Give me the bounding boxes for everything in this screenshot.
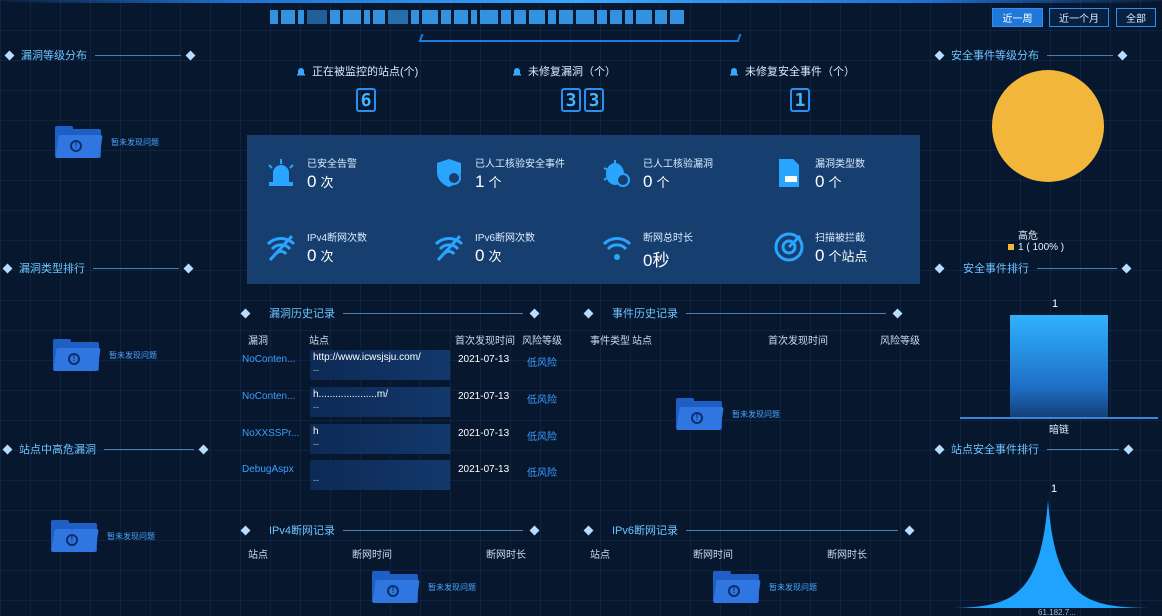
section-title-event-rank: 安全事件排行 (934, 260, 1132, 276)
chart-pie-legend: 高危 1 ( 100% ) (1008, 227, 1064, 253)
vuln-table-header-date: 首次发现时间 (455, 336, 515, 347)
section-title-ipv6-outage: IPv6断网记录 (583, 522, 915, 538)
stats-panel: 已安全告警 0 次 已人工核验安全事件 1 个 已人工核验漏洞 0 个 漏洞类型数 0 个 IP… (247, 135, 920, 284)
ipv6-table-header-time: 断网时间 (693, 550, 733, 561)
vuln-table-row-vuln-link[interactable]: NoConten... (242, 354, 306, 365)
counter-monitored-sites: 6 (356, 88, 376, 112)
section-title-vuln-type-rank: 漏洞类型排行 (2, 260, 194, 276)
empty-state-ipv6-outage: ! 暂未发现问题 (713, 571, 817, 603)
empty-state-site-high-risk: ! 暂未发现问题 (51, 520, 155, 552)
empty-folder-icon: ! (713, 571, 761, 603)
chart-bar-axis (960, 417, 1158, 419)
vuln-table-row-site: http://www.icwsjsju.com/-- (310, 350, 450, 380)
chart-area (940, 500, 1158, 608)
counter-digit: 6 (356, 88, 376, 112)
chart-pie-slice (992, 70, 1104, 182)
ipv6-table-header-duration: 断网时长 (827, 550, 867, 561)
alarm-light-icon (263, 155, 299, 191)
ipv4-table-header-site: 站点 (248, 550, 268, 561)
section-title-event-history: 事件历史记录 (583, 305, 903, 321)
empty-folder-icon: ! (53, 339, 101, 371)
counter-unfixed-vulns: 3 3 (561, 88, 604, 112)
counter-digit: 3 (561, 88, 581, 112)
radar-icon (771, 229, 807, 265)
document-icon (771, 155, 807, 191)
header-top-line (0, 0, 1162, 3)
event-table-header-risk: 风险等级 (880, 336, 920, 347)
vuln-table-row-vuln-link[interactable]: NoConten... (242, 391, 306, 402)
empty-folder-icon: ! (372, 571, 420, 603)
wifi-off-ipv6-icon (431, 229, 467, 265)
counter-unfixed-events: 1 (790, 88, 810, 112)
wifi-off-ipv4-icon (263, 229, 299, 265)
vuln-table-row-risk: 低风险 (527, 468, 557, 479)
stat-scan-blocked: 扫描被拦截 0 个站点 (771, 229, 867, 266)
empty-state-vuln-type-rank: ! 暂未发现问题 (53, 339, 157, 371)
event-table-header-site: 站点 (632, 336, 652, 347)
section-title-vuln-history: 漏洞历史记录 (240, 305, 540, 321)
bug-icon (599, 155, 635, 191)
vuln-table-header-risk: 风险等级 (522, 336, 562, 347)
vuln-table-row-date: 2021-07-13 (458, 428, 510, 439)
vuln-table-row-risk: 低风险 (527, 432, 557, 443)
empty-folder-icon: ! (55, 126, 103, 158)
counter-digit: 3 (584, 88, 604, 112)
range-button-week[interactable]: 近一周 (992, 8, 1043, 27)
wifi-x-icon (599, 229, 635, 265)
range-button-all[interactable]: 全部 (1116, 8, 1156, 27)
chart-bar-value-label: 1 (1052, 298, 1059, 310)
counter-label-unfixed-events: 未修复安全事件（个） (729, 63, 855, 79)
vuln-table-row-date: 2021-07-13 (458, 354, 510, 365)
stat-vuln-types: 漏洞类型数 0 个 (771, 155, 865, 192)
event-table-header-type: 事件类型 (590, 336, 630, 347)
counter-label-unfixed-vulns: 未修复漏洞（个） (512, 63, 616, 79)
shield-check-icon (431, 155, 467, 191)
vuln-table-row-date: 2021-07-13 (458, 464, 510, 475)
chart-area-category-label: 61.182.7... (1038, 608, 1076, 616)
chart-pie-data-label: 1 ( 100% ) (1018, 242, 1065, 253)
empty-state-ipv4-outage: ! 暂未发现问题 (372, 571, 476, 603)
alarm-icon (513, 68, 521, 76)
event-table-header-date: 首次发现时间 (768, 336, 828, 347)
section-title-site-high-risk: 站点中高危漏洞 (2, 441, 209, 457)
legend-swatch (1008, 244, 1014, 251)
stat-ipv4-outages: IPv4断网次数 0 次 (263, 229, 367, 266)
vuln-table-row-site: h.....................m/-- (310, 387, 450, 417)
alarm-icon (297, 68, 305, 76)
ipv6-table-header-site: 站点 (590, 550, 610, 561)
counter-digit: 1 (790, 88, 810, 112)
alarm-icon (730, 68, 738, 76)
chart-bar-category-label: 暗链 (1049, 425, 1069, 436)
chart-pie-legend-label: 高危 (1018, 231, 1038, 242)
counter-label-monitored-sites: 正在被监控的站点(个) (296, 63, 418, 79)
stat-outage-duration: 断网总时长 0秒 (599, 229, 693, 271)
vuln-table-row-site: -- (310, 460, 450, 490)
section-title-vuln-level: 漏洞等级分布 (4, 47, 196, 63)
stat-verified-vulns: 已人工核验漏洞 0 个 (599, 155, 713, 192)
vuln-table-row-date: 2021-07-13 (458, 391, 510, 402)
section-title-event-level: 安全事件等级分布 (934, 47, 1128, 63)
section-title-site-event-rank: 站点安全事件排行 (934, 441, 1134, 457)
section-title-ipv4-outage: IPv4断网记录 (240, 522, 540, 538)
stat-security-alarms: 已安全告警 0 次 (263, 155, 357, 192)
chart-bar (1010, 315, 1108, 418)
ipv4-table-header-duration: 断网时长 (486, 550, 526, 561)
vuln-table-header-vuln: 漏洞 (248, 336, 268, 347)
empty-folder-icon: ! (676, 398, 724, 430)
stat-verified-events: 已人工核验安全事件 1 个 (431, 155, 565, 192)
vuln-table-row-vuln-link[interactable]: DebugAspx (242, 464, 306, 475)
vuln-table-header-site: 站点 (309, 336, 329, 347)
empty-folder-icon: ! (51, 520, 99, 552)
vuln-table-row-vuln-link[interactable]: NoXXSSPr... (242, 428, 306, 439)
page-title-decoration (270, 6, 890, 42)
vuln-table-row-site: h -- (310, 424, 450, 454)
vuln-table-row-risk: 低风险 (527, 395, 557, 406)
vuln-table-row-risk: 低风险 (527, 358, 557, 369)
empty-state-vuln-level: ! 暂未发现问题 (55, 126, 159, 158)
ipv4-table-header-time: 断网时间 (352, 550, 392, 561)
stat-ipv6-outages: IPv6断网次数 0 次 (431, 229, 535, 266)
empty-state-event-history: ! 暂未发现问题 (676, 398, 780, 430)
range-button-month[interactable]: 近一个月 (1049, 8, 1109, 27)
